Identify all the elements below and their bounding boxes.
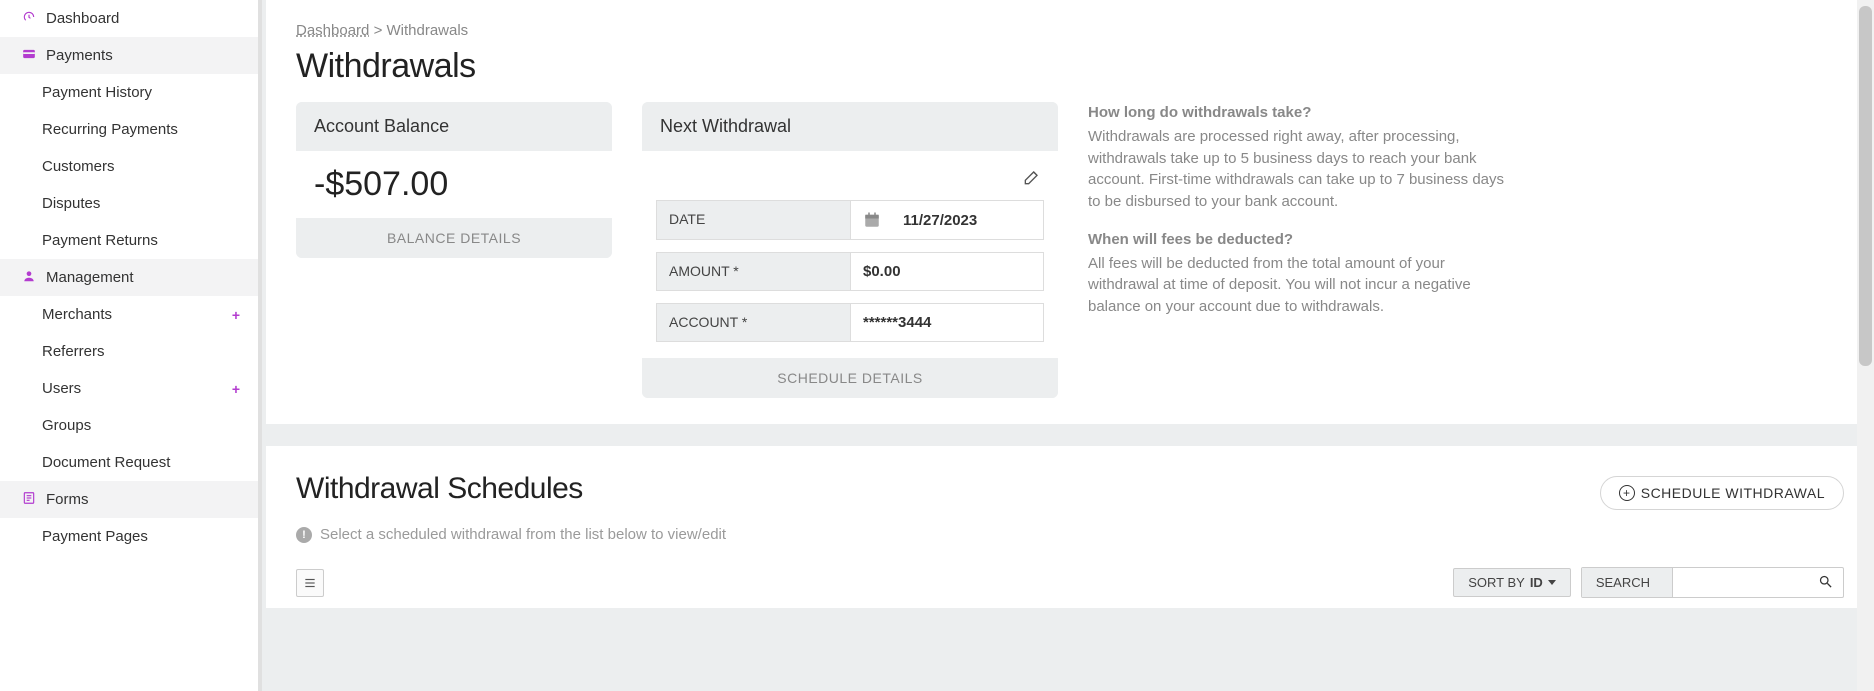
amount-text: $0.00 — [863, 263, 901, 280]
sidebar-label: Users — [42, 380, 81, 397]
sidebar-item-referrers[interactable]: Referrers — [0, 333, 258, 370]
value-account[interactable]: ******3444 — [851, 303, 1044, 342]
value-date[interactable]: 11/27/2023 — [851, 200, 1044, 240]
main-content: Dashboard > Withdrawals Withdrawals Acco… — [266, 0, 1874, 691]
row-account: ACCOUNT * ******3444 — [656, 303, 1044, 342]
sidebar-label: Dashboard — [46, 10, 119, 27]
balance-details-button[interactable]: BALANCE DETAILS — [296, 218, 612, 258]
withdrawal-schedules-panel: Withdrawal Schedules + SCHEDULE WITHDRAW… — [266, 446, 1874, 608]
scrollbar-thumb[interactable] — [1859, 6, 1872, 366]
sidebar-item-document-request[interactable]: Document Request — [0, 444, 258, 481]
edit-button[interactable] — [656, 167, 1044, 200]
sidebar-item-users[interactable]: Users + — [0, 370, 258, 407]
search-icon — [1818, 574, 1833, 592]
schedule-details-button[interactable]: SCHEDULE DETAILS — [642, 358, 1058, 398]
account-balance-card: Account Balance -$507.00 BALANCE DETAILS — [296, 102, 612, 258]
date-text: 11/27/2023 — [903, 212, 977, 229]
sidebar-item-payment-pages[interactable]: Payment Pages — [0, 518, 258, 555]
caret-down-icon — [1548, 580, 1556, 585]
sidebar-label: Customers — [42, 158, 115, 175]
sidebar-item-recurring-payments[interactable]: Recurring Payments — [0, 111, 258, 148]
user-icon — [20, 269, 38, 286]
info-a1: Withdrawals are processed right away, af… — [1088, 126, 1508, 213]
page-title: Withdrawals — [296, 47, 1844, 86]
form-icon — [20, 491, 38, 508]
info-a2: All fees will be deducted from the total… — [1088, 253, 1508, 318]
schedule-withdrawal-button[interactable]: + SCHEDULE WITHDRAWAL — [1600, 476, 1844, 510]
info-q2: When will fees be deducted? — [1088, 229, 1508, 251]
calendar-icon — [863, 211, 881, 229]
value-amount[interactable]: $0.00 — [851, 252, 1044, 291]
gauge-icon — [20, 10, 38, 27]
label-amount: AMOUNT * — [656, 252, 851, 291]
sidebar-label: Payments — [46, 47, 113, 64]
sidebar-header-management[interactable]: Management — [0, 259, 258, 296]
balance-amount: -$507.00 — [314, 165, 594, 204]
info-column: How long do withdrawals take? Withdrawal… — [1088, 102, 1508, 334]
plus-icon[interactable]: + — [232, 307, 240, 323]
breadcrumb: Dashboard > Withdrawals — [296, 22, 1844, 39]
sidebar-label: Payment History — [42, 84, 152, 101]
sidebar-header-payments[interactable]: Payments — [0, 37, 258, 74]
plus-icon[interactable]: + — [232, 381, 240, 397]
breadcrumb-current: Withdrawals — [387, 22, 469, 39]
label-date: DATE — [656, 200, 851, 240]
info-icon: ! — [296, 527, 312, 543]
sidebar-label: Payment Pages — [42, 528, 148, 545]
sidebar-label: Groups — [42, 417, 91, 434]
sidebar-item-customers[interactable]: Customers — [0, 148, 258, 185]
withdrawals-panel: Dashboard > Withdrawals Withdrawals Acco… — [266, 0, 1874, 424]
summary-row: Account Balance -$507.00 BALANCE DETAILS… — [296, 102, 1844, 398]
search-control: SEARCH — [1581, 567, 1844, 598]
sort-button[interactable]: SORT BY ID — [1453, 568, 1571, 597]
breadcrumb-root[interactable]: Dashboard — [296, 22, 369, 39]
search-type-select[interactable]: SEARCH — [1582, 568, 1673, 597]
sidebar-item-groups[interactable]: Groups — [0, 407, 258, 444]
sidebar-item-payment-history[interactable]: Payment History — [0, 74, 258, 111]
sidebar-label: Document Request — [42, 454, 170, 471]
sidebar-item-payment-returns[interactable]: Payment Returns — [0, 222, 258, 259]
sidebar-label: Payment Returns — [42, 232, 158, 249]
sidebar-label: Referrers — [42, 343, 105, 360]
sidebar-label: Forms — [46, 491, 89, 508]
sidebar-item-dashboard[interactable]: Dashboard — [0, 0, 258, 37]
card-header: Next Withdrawal — [642, 102, 1058, 151]
list-icon — [303, 576, 317, 590]
next-withdrawal-card: Next Withdrawal DATE 11/27/2023 — [642, 102, 1058, 398]
sidebar-label: Recurring Payments — [42, 121, 178, 138]
row-date: DATE 11/27/2023 — [656, 200, 1044, 240]
schedules-hint: ! Select a scheduled withdrawal from the… — [296, 526, 1844, 543]
search-input[interactable] — [1673, 568, 1843, 597]
card-icon — [20, 47, 38, 64]
sidebar-label: Disputes — [42, 195, 100, 212]
button-label: SCHEDULE WITHDRAWAL — [1641, 485, 1825, 501]
sidebar: Dashboard Payments Payment History Recur… — [0, 0, 262, 691]
vertical-scrollbar[interactable] — [1857, 0, 1874, 691]
sidebar-item-merchants[interactable]: Merchants + — [0, 296, 258, 333]
plus-circle-icon: + — [1619, 485, 1635, 501]
sort-field: ID — [1530, 575, 1543, 590]
sidebar-label: Merchants — [42, 306, 112, 323]
card-body: DATE 11/27/2023 AMOUNT * $0.00 — [642, 151, 1058, 358]
sidebar-label: Management — [46, 269, 134, 286]
breadcrumb-sep: > — [374, 22, 383, 39]
label-account: ACCOUNT * — [656, 303, 851, 342]
hint-text: Select a scheduled withdrawal from the l… — [320, 526, 726, 543]
card-body: -$507.00 — [296, 151, 612, 218]
pencil-icon — [1022, 167, 1042, 187]
sidebar-item-disputes[interactable]: Disputes — [0, 185, 258, 222]
list-view-toggle[interactable] — [296, 569, 324, 597]
card-header: Account Balance — [296, 102, 612, 151]
info-q1: How long do withdrawals take? — [1088, 102, 1508, 124]
sidebar-header-forms[interactable]: Forms — [0, 481, 258, 518]
schedules-toolbar: SORT BY ID SEARCH — [296, 567, 1844, 598]
row-amount: AMOUNT * $0.00 — [656, 252, 1044, 291]
search-label: SEARCH — [1596, 575, 1650, 590]
account-text: ******3444 — [863, 314, 931, 331]
sort-prefix: SORT BY — [1468, 575, 1525, 590]
